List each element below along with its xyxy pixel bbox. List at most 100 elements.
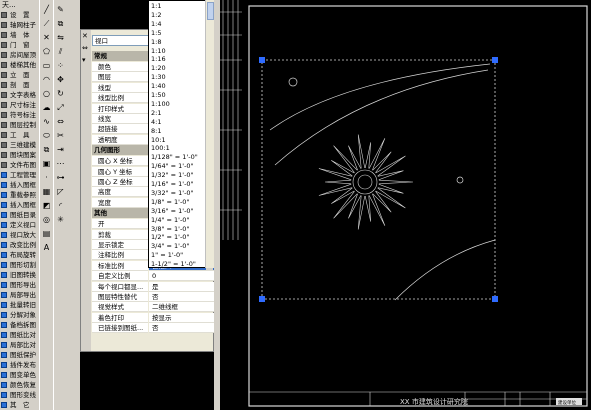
grip-bottom-right[interactable] xyxy=(492,296,498,302)
menu-item[interactable]: 设 置 xyxy=(0,10,39,20)
menu-item[interactable]: 三维建模 xyxy=(0,140,39,150)
close-icon[interactable]: ✕ xyxy=(82,32,88,40)
stretch-tool-icon[interactable]: ⇔ xyxy=(55,116,66,127)
rectangle-tool-icon[interactable]: ▭ xyxy=(41,60,52,71)
menu-item[interactable]: 图块图案 xyxy=(0,150,39,160)
scale-option[interactable]: 100:1 xyxy=(151,144,170,152)
scale-option[interactable]: 1/2" = 1'-0" xyxy=(151,233,189,241)
scale-option[interactable]: 1:8 xyxy=(151,38,161,46)
menu-item[interactable]: 视口放大 xyxy=(0,230,39,240)
scale-option[interactable]: 1:100 xyxy=(151,100,170,108)
scale-option[interactable]: 1:50 xyxy=(151,91,166,99)
scale-option[interactable]: 1:30 xyxy=(151,73,166,81)
menu-item[interactable]: 图纸目录 xyxy=(0,210,39,220)
array-tool-icon[interactable]: ⁘ xyxy=(55,60,66,71)
scale-option[interactable]: 1" = 1'-0" xyxy=(151,251,183,259)
scale-option[interactable]: 3/32" = 1'-0" xyxy=(151,189,194,197)
menu-item[interactable]: 门 窗 xyxy=(0,40,39,50)
property-row[interactable]: 已链接到图纸... 否 xyxy=(92,323,214,334)
extend-tool-icon[interactable]: ⇥ xyxy=(55,144,66,155)
property-value[interactable]: 是 xyxy=(149,281,214,292)
scale-option[interactable]: 1:16 xyxy=(151,55,166,63)
menu-item[interactable]: 局部比对 xyxy=(0,340,39,350)
menu-item[interactable]: 备档拆图 xyxy=(0,320,39,330)
scale-option[interactable]: 1:40 xyxy=(151,82,166,90)
ellipse-tool-icon[interactable]: ⬭ xyxy=(41,130,52,141)
scroll-thumb[interactable] xyxy=(207,2,214,20)
menu-item[interactable]: 工 具 xyxy=(0,130,39,140)
scale-dropdown-list[interactable]: 1:1 1:2 1:4 1:5 1:8 1:10 1:16 1:20 1:30 1:40 1:50 1… xyxy=(148,0,210,268)
menu-item[interactable]: 插入图框 xyxy=(0,200,39,210)
property-value[interactable]: 按显示 xyxy=(149,312,214,323)
scale-option[interactable]: 3/8" = 1'-0" xyxy=(151,225,189,233)
menu-item[interactable]: 改变比例 xyxy=(0,240,39,250)
scale-option[interactable]: 1:2 xyxy=(151,11,161,19)
menu-item[interactable]: 旧图转换 xyxy=(0,270,39,280)
property-value[interactable]: 0 xyxy=(149,271,214,282)
property-row[interactable]: 自定义比例 0 xyxy=(92,271,214,282)
palette-menu-icon[interactable]: ▾ xyxy=(82,56,86,64)
gradient-tool-icon[interactable]: ◩ xyxy=(41,200,52,211)
point-tool-icon[interactable]: · xyxy=(41,172,52,183)
menu-item[interactable]: 图纸保护 xyxy=(0,350,39,360)
property-value[interactable]: 二维线框 xyxy=(149,302,214,313)
property-value[interactable]: 否 xyxy=(149,323,214,334)
menu-item[interactable]: 重载参照 xyxy=(0,190,39,200)
scale-option[interactable]: 1:5 xyxy=(151,29,161,37)
menu-item[interactable]: 轴网柱子 xyxy=(0,20,39,30)
trim-tool-icon[interactable]: ✂ xyxy=(55,130,66,141)
move-tool-icon[interactable]: ✥ xyxy=(55,74,66,85)
menu-item[interactable]: 其 它 xyxy=(0,400,39,410)
scale-tool-icon[interactable]: ⤢ xyxy=(55,102,66,113)
chamfer-tool-icon[interactable]: ◸ xyxy=(55,186,66,197)
autohide-icon[interactable]: ⇔ xyxy=(82,44,88,52)
menu-item[interactable]: 颜色恢复 xyxy=(0,380,39,390)
table-tool-icon[interactable]: ▤ xyxy=(41,228,52,239)
scale-option[interactable]: 1/4" = 1'-0" xyxy=(151,216,189,224)
menu-item[interactable]: 墙 体 xyxy=(0,30,39,40)
scale-option[interactable]: 4:1 xyxy=(151,118,161,126)
break-tool-icon[interactable]: ⋯ xyxy=(55,158,66,169)
scale-option[interactable]: 3/4" = 1'-0" xyxy=(151,242,189,250)
property-row[interactable]: 每个视口都显... 是 xyxy=(92,281,214,292)
scale-option[interactable]: 1/64" = 1'-0" xyxy=(151,162,194,170)
mtext-tool-icon[interactable]: A xyxy=(41,242,52,253)
erase-tool-icon[interactable]: ✎ xyxy=(55,4,66,15)
menu-item[interactable]: 文件布图 xyxy=(0,160,39,170)
menu-item[interactable]: 图形切割 xyxy=(0,260,39,270)
grip-top-left[interactable] xyxy=(259,57,265,63)
join-tool-icon[interactable]: ⊶ xyxy=(55,172,66,183)
menu-item[interactable]: 尺寸标注 xyxy=(0,100,39,110)
circle-tool-icon[interactable]: ○ xyxy=(41,88,52,99)
scale-option[interactable]: 8:1 xyxy=(151,127,161,135)
rotate-tool-icon[interactable]: ↻ xyxy=(55,88,66,99)
scale-option[interactable]: 10:1 xyxy=(151,136,166,144)
menu-item[interactable]: 楼梯其他 xyxy=(0,60,39,70)
property-row[interactable]: 视觉样式 二维线框 xyxy=(92,302,214,313)
menu-item[interactable]: 批量转旧 xyxy=(0,300,39,310)
revcloud-tool-icon[interactable]: ☁ xyxy=(41,102,52,113)
scale-option[interactable]: 1:20 xyxy=(151,64,166,72)
menu-item[interactable]: 插件发布 xyxy=(0,360,39,370)
menu-item[interactable]: 定义视口 xyxy=(0,220,39,230)
menu-item[interactable]: 局部导出 xyxy=(0,290,39,300)
xline-tool-icon[interactable]: ✕ xyxy=(41,32,52,43)
scale-option[interactable]: 1:1 xyxy=(151,2,161,10)
scale-option[interactable]: 2:1 xyxy=(151,109,161,117)
drawing-canvas[interactable]: XX 市建筑设计研究院 建设单位 xyxy=(220,0,591,410)
menu-item[interactable]: 房间屋顶 xyxy=(0,50,39,60)
scale-option[interactable]: 1/32" = 1'-0" xyxy=(151,171,194,179)
menu-item[interactable]: 布局旋转 xyxy=(0,250,39,260)
copy-tool-icon[interactable]: ⧉ xyxy=(55,18,66,29)
hatch-tool-icon[interactable]: ▦ xyxy=(41,186,52,197)
menu-item[interactable]: 图纸比对 xyxy=(0,330,39,340)
menu-item[interactable]: 图形导出 xyxy=(0,280,39,290)
line-tool-icon[interactable]: ╱ xyxy=(41,4,52,15)
explode-tool-icon[interactable]: ✳ xyxy=(55,214,66,225)
property-row[interactable]: 图层特性替代否 xyxy=(92,292,214,302)
property-row[interactable]: 着色打印 按显示 xyxy=(92,312,214,323)
grip-top-right[interactable] xyxy=(492,57,498,63)
menu-item[interactable]: 图形变线 xyxy=(0,390,39,400)
grip-bottom-left[interactable] xyxy=(259,296,265,302)
menu-item[interactable]: 图层控制 xyxy=(0,120,39,130)
